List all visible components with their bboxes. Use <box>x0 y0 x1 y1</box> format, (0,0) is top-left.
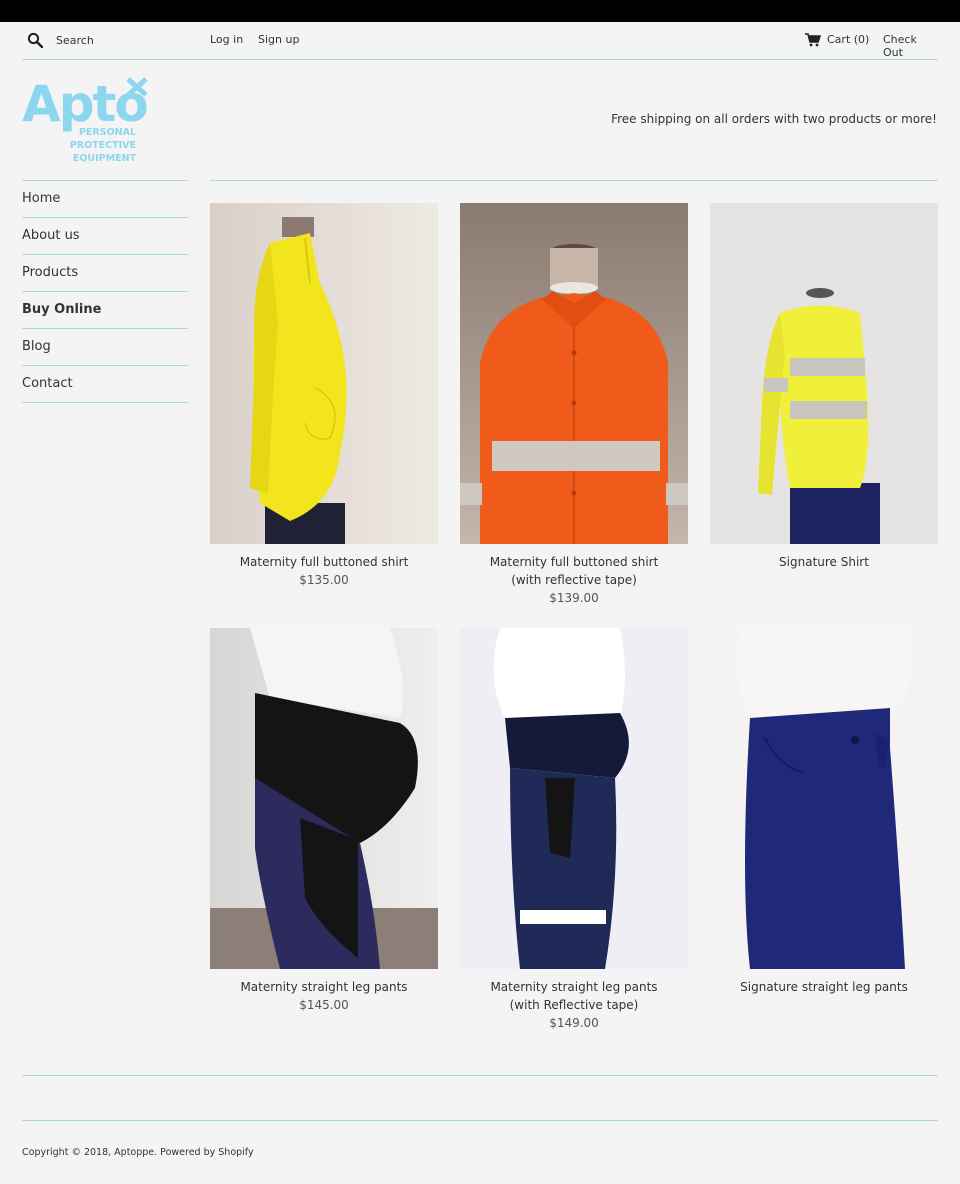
logo-line3: EQUIPMENT <box>73 153 137 164</box>
sidebar-nav: Home About us Products Buy Online Blog C… <box>22 180 188 403</box>
product-name[interactable]: Signature Shirt <box>710 553 938 571</box>
footer-divider-bottom <box>22 1120 938 1121</box>
sidebar-item-blog[interactable]: Blog <box>22 329 188 366</box>
utility-bar: Log in Sign up Cart (0) Check Out <box>22 22 938 60</box>
apto-logo[interactable]: Apto PERSONAL PROTECTIVE EQUIPMENT <box>22 75 152 167</box>
cart-icon[interactable] <box>805 33 821 47</box>
product-image-signature-pants[interactable] <box>710 628 938 969</box>
product-image-orange-reflective-shirt[interactable] <box>460 203 688 544</box>
product-card[interactable]: Maternity full buttoned shirt $135.00 <box>210 203 438 589</box>
product-price: $149.00 <box>549 1016 599 1030</box>
footer-divider-top <box>22 1075 938 1076</box>
copyright-text: Copyright © 2018, Aptoppe. Powered by Sh… <box>22 1147 254 1158</box>
product-card[interactable]: Maternity full buttoned shirt (with refl… <box>460 203 688 607</box>
product-card[interactable]: Signature straight leg pants <box>710 628 938 996</box>
shipping-tagline: Free shipping on all orders with two pro… <box>611 112 937 126</box>
signup-link[interactable]: Sign up <box>258 33 299 46</box>
sidebar-item-home[interactable]: Home <box>22 181 188 218</box>
search-input[interactable] <box>56 30 206 50</box>
product-name[interactable]: Maternity straight leg pants <box>210 978 438 996</box>
product-image-yellow-maternity-shirt[interactable] <box>210 203 438 544</box>
product-name[interactable]: Maternity straight leg pants (with Refle… <box>460 978 688 1014</box>
main-divider <box>210 180 938 181</box>
product-price: $139.00 <box>549 591 599 605</box>
sidebar-item-buy-online[interactable]: Buy Online <box>22 292 188 329</box>
top-black-bar <box>0 0 960 22</box>
product-image-signature-shirt[interactable] <box>710 203 938 544</box>
login-link[interactable]: Log in <box>210 33 243 46</box>
product-price: $145.00 <box>299 998 349 1012</box>
sidebar-item-products[interactable]: Products <box>22 255 188 292</box>
logo-line2: PROTECTIVE <box>70 140 136 151</box>
sidebar-item-about-us[interactable]: About us <box>22 218 188 255</box>
product-name[interactable]: Maternity full buttoned shirt <box>210 553 438 571</box>
product-price: $135.00 <box>299 573 349 587</box>
product-card[interactable]: Maternity straight leg pants $145.00 <box>210 628 438 1014</box>
logo-wordmark: Apto <box>22 75 147 133</box>
checkout-link[interactable]: Check Out <box>883 33 938 59</box>
cart-link[interactable]: Cart (0) <box>827 33 869 46</box>
product-card[interactable]: Maternity straight leg pants (with Refle… <box>460 628 688 1032</box>
product-card[interactable]: Signature Shirt <box>710 203 938 571</box>
logo-line1: PERSONAL <box>79 127 136 138</box>
product-name[interactable]: Maternity full buttoned shirt (with refl… <box>460 553 688 589</box>
product-name[interactable]: Signature straight leg pants <box>710 978 938 996</box>
sidebar-item-contact[interactable]: Contact <box>22 366 188 403</box>
product-image-maternity-pants[interactable] <box>210 628 438 969</box>
search-icon[interactable] <box>27 32 43 48</box>
product-image-maternity-pants-reflective[interactable] <box>460 628 688 969</box>
